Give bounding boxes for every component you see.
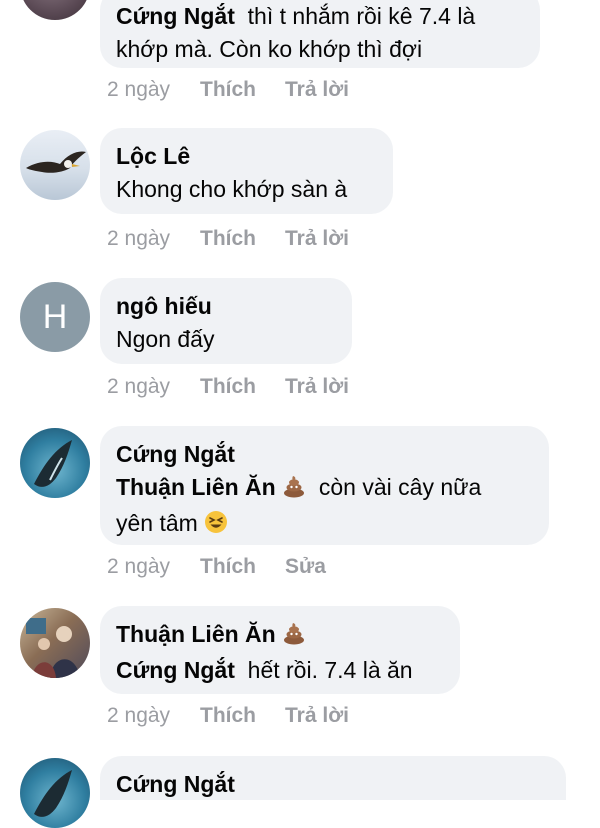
avatar[interactable]: H [20, 282, 90, 352]
comment-author[interactable]: ngô hiếu [116, 290, 336, 323]
avatar[interactable] [20, 608, 90, 678]
laughing-emoji-icon [204, 510, 228, 543]
comment-author[interactable]: Cứng Ngắt [116, 768, 550, 801]
reply-button[interactable]: Trả lời [285, 227, 349, 251]
comment-actions: 2 ngày Thích Trả lời [107, 704, 349, 728]
comment-actions: 2 ngày Thích Trả lời [107, 375, 349, 399]
comment-text: hết rồi. 7.4 là ăn [247, 657, 413, 683]
like-button[interactable]: Thích [200, 227, 285, 251]
painting-icon [26, 618, 80, 678]
comment-text: còn vài cây nữa [318, 474, 482, 500]
comment-actions: 2 ngày Thích Trả lời [107, 78, 349, 102]
like-button[interactable]: Thích [200, 78, 285, 102]
reply-button[interactable]: Trả lời [285, 704, 349, 728]
comment-author-name[interactable]: Thuận Liên Ăn [116, 621, 276, 647]
comment-time[interactable]: 2 ngày [107, 78, 200, 102]
comment-bubble: Cứng Ngắt thì t nhắm rồi kê 7.4 là khớp … [100, 0, 540, 68]
mention-link[interactable]: Cứng Ngắt [116, 657, 235, 683]
comment-bubble: Lộc Lê Khong cho khớp sàn à [100, 128, 393, 214]
avatar[interactable] [20, 130, 90, 200]
comment-bubble: Cứng Ngắt [100, 756, 566, 800]
comment-author[interactable]: Cứng Ngắt [116, 438, 533, 471]
comment-bubble: Thuận Liên Ăn Cứng Ngắt hết rồi. 7.4 là … [100, 606, 460, 694]
edit-button[interactable]: Sửa [285, 555, 326, 579]
reply-button[interactable]: Trả lời [285, 375, 349, 399]
poop-emoji-icon [282, 621, 306, 654]
reply-button[interactable]: Trả lời [285, 78, 349, 102]
comment-author: Thuận Liên Ăn [116, 618, 444, 654]
avatar[interactable] [20, 0, 90, 20]
comment-text: yên tâm [116, 510, 198, 536]
comment-author[interactable]: Cứng Ngắt [116, 3, 235, 29]
comment-actions: 2 ngày Thích Trả lời [107, 227, 349, 251]
comment-author[interactable]: Lộc Lê [116, 140, 377, 173]
comment-time[interactable]: 2 ngày [107, 555, 200, 579]
whale-icon [34, 440, 72, 487]
comment-time[interactable]: 2 ngày [107, 375, 200, 399]
comment-text: Ngon đấy [116, 326, 215, 352]
eagle-icon [26, 151, 86, 173]
comment-bubble: ngô hiếu Ngon đấy [100, 278, 352, 364]
comment-text: Khong cho khớp sàn à [116, 176, 348, 202]
avatar[interactable] [20, 758, 90, 828]
comment-text: khớp mà. Còn ko khớp thì đợi [116, 36, 423, 62]
comment-text: thì t nhắm rồi kê 7.4 là [247, 3, 476, 29]
comment-time[interactable]: 2 ngày [107, 227, 200, 251]
mention-link[interactable]: Thuận Liên Ăn [116, 474, 276, 500]
like-button[interactable]: Thích [200, 375, 285, 399]
like-button[interactable]: Thích [200, 555, 285, 579]
poop-emoji-icon [282, 474, 306, 507]
comment-bubble: Cứng Ngắt Thuận Liên Ăn còn vài cây nữa … [100, 426, 549, 545]
comment-actions: 2 ngày Thích Sửa [107, 555, 326, 579]
avatar[interactable] [20, 428, 90, 498]
whale-icon [34, 770, 72, 817]
like-button[interactable]: Thích [200, 704, 285, 728]
comment-time[interactable]: 2 ngày [107, 704, 200, 728]
